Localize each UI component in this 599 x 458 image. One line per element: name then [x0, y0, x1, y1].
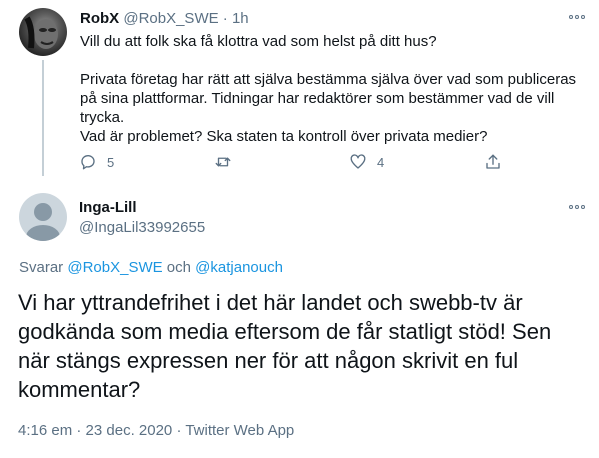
retweet-icon: [215, 157, 231, 167]
default-avatar-icon: [26, 203, 60, 241]
tweet1-line: Vad är problemet? Ska staten ta kontroll…: [80, 128, 488, 145]
robx-avatar[interactable]: [19, 8, 67, 56]
mention-link[interactable]: @katjanouch: [195, 259, 283, 276]
reply-count: 5: [107, 154, 115, 170]
author-name[interactable]: RobX: [80, 10, 119, 27]
tweet2-text: Vi har yttrandefrihet i det här landet o…: [18, 290, 552, 402]
tweet1-body: Vill du att folk ska få klottra vad som …: [80, 32, 576, 146]
replying-prefix: Svarar: [19, 259, 64, 276]
replying-and: och: [166, 259, 191, 276]
author-name[interactable]: Inga-Lill: [79, 199, 137, 216]
reply-icon: [81, 155, 95, 170]
tweet1-header: RobX @RobX_SWE · 1h: [80, 10, 249, 27]
retweet-button[interactable]: [214, 153, 232, 171]
like-button[interactable]: 4: [349, 153, 384, 171]
tweet1-line: på sina plattformar. Tidningar har redak…: [80, 90, 555, 107]
separator: ·: [222, 10, 228, 27]
author-handle[interactable]: @IngaLil33992655: [79, 219, 205, 236]
share-icon: [486, 154, 500, 169]
tweet1-line: trycka.: [80, 109, 125, 126]
tweet1-line: Vill du att folk ska få klottra vad som …: [80, 33, 437, 50]
replying-to: Svarar @RobX_SWE och @katjanouch: [19, 259, 283, 276]
like-count: 4: [377, 154, 385, 170]
tweet1-line: Privata företag har rätt att själva best…: [80, 71, 577, 88]
inga-lill-avatar[interactable]: [19, 193, 67, 241]
tweet-timestamp[interactable]: 4:16 em · 23 dec. 2020 · Twitter Web App: [18, 422, 294, 439]
more-icon[interactable]: [569, 205, 585, 209]
avatar-image: [24, 16, 58, 49]
like-icon: [350, 154, 366, 169]
reply-button[interactable]: 5: [79, 153, 114, 171]
share-button[interactable]: [484, 153, 502, 171]
mention-link[interactable]: @RobX_SWE: [67, 259, 162, 276]
author-handle[interactable]: @RobX_SWE: [123, 10, 218, 27]
more-icon[interactable]: [569, 15, 585, 19]
tweet-time[interactable]: 1h: [232, 10, 249, 27]
thread-line: [42, 60, 44, 176]
